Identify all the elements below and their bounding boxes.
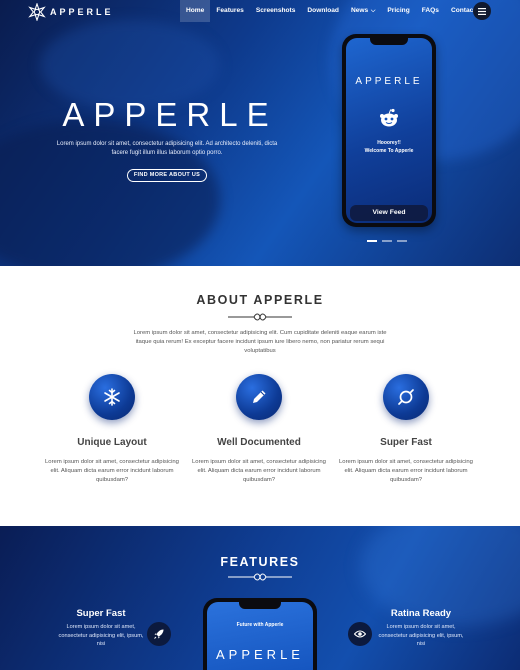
slider-dot[interactable] bbox=[367, 240, 377, 242]
features-section: FEATURES Super Fast Lorem ipsum dolor si… bbox=[0, 526, 520, 670]
robot-icon bbox=[380, 108, 398, 127]
phone-notch bbox=[239, 602, 281, 609]
menu-button[interactable] bbox=[473, 2, 491, 20]
features-phone-mockup: Future with Apperle APPERLE bbox=[203, 598, 317, 670]
hero-title: APPERLE bbox=[62, 97, 277, 131]
brand-logo[interactable]: APPERLE bbox=[28, 2, 114, 22]
nav-screenshots[interactable]: Screenshots bbox=[250, 0, 302, 22]
chevron-down-icon: ⌵ bbox=[369, 8, 376, 14]
navbar: APPERLE Home Features Screenshots Downlo… bbox=[0, 0, 520, 24]
nav-home-label: Home bbox=[186, 7, 205, 14]
phone-brand: APPERLE bbox=[355, 76, 422, 86]
nav-news[interactable]: News ⌵ bbox=[345, 0, 381, 22]
nav-faqs-label: FAQs bbox=[421, 7, 439, 14]
feature-name: Ratina Ready bbox=[390, 608, 452, 619]
feature-icon-circle bbox=[89, 374, 135, 420]
hero-title-text: APPERLE bbox=[62, 97, 277, 131]
view-feed-button[interactable]: View Feed bbox=[350, 205, 428, 221]
nav-faqs[interactable]: FAQs bbox=[416, 0, 445, 22]
section-divider bbox=[228, 573, 292, 581]
feature-card: Unique Layout Lorem ipsum dolor sit amet… bbox=[42, 374, 182, 485]
feature-title: Unique Layout bbox=[77, 437, 147, 448]
rocket-icon bbox=[147, 622, 171, 646]
hero-section: APPERLE Home Features Screenshots Downlo… bbox=[0, 0, 520, 266]
nav-screenshots-label: Screenshots bbox=[255, 7, 296, 14]
hamburger-icon bbox=[478, 7, 486, 15]
phone-message-line1: Hooorey!! bbox=[377, 140, 401, 146]
snowflake-icon bbox=[104, 388, 120, 406]
section-divider bbox=[228, 313, 292, 321]
feature-text: Lorem ipsum dolor sit amet, consectetur … bbox=[45, 459, 179, 483]
slider-dots bbox=[367, 240, 407, 242]
phone-screen: Future with Apperle APPERLE bbox=[207, 602, 313, 670]
feature-title: Super Fast bbox=[380, 437, 432, 448]
about-title: ABOUT APPERLE bbox=[196, 293, 324, 307]
feature-icon-circle bbox=[383, 374, 429, 420]
nav-download-label: Download bbox=[307, 7, 339, 14]
phone-brand-text: APPERLE bbox=[216, 647, 304, 661]
logo-mark-icon bbox=[28, 3, 46, 21]
slider-dot[interactable] bbox=[397, 240, 407, 242]
phone-brand-text: APPERLE bbox=[355, 76, 422, 86]
feature-item: Ratina Ready Lorem ipsum dolor sit amet,… bbox=[376, 608, 466, 649]
phone-message-line2: Welcome To Apperle bbox=[364, 148, 414, 154]
nav-home[interactable]: Home bbox=[180, 0, 211, 22]
main-nav: Home Features Screenshots Download News … bbox=[180, 0, 482, 22]
about-description: Lorem ipsum dolor sit amet, consectetur … bbox=[133, 330, 387, 354]
feature-card: Super Fast Lorem ipsum dolor sit amet, c… bbox=[336, 374, 476, 485]
find-more-button[interactable]: FIND MORE ABOUT US bbox=[127, 169, 207, 182]
feature-name: Super Fast bbox=[76, 608, 126, 619]
nav-features[interactable]: Features bbox=[210, 0, 250, 22]
orbit-icon bbox=[398, 389, 414, 405]
features-title: FEATURES bbox=[220, 555, 300, 569]
feature-title: Well Documented bbox=[217, 437, 301, 448]
phone-screen: APPERLE Hooorey!! Welcome To Apperle Vie… bbox=[346, 38, 432, 223]
slider-dot[interactable] bbox=[382, 240, 392, 242]
nav-download[interactable]: Download bbox=[301, 0, 345, 22]
feature-description: Lorem ipsum dolor sit amet, consectetur … bbox=[378, 624, 464, 648]
feature-icon-circle bbox=[236, 374, 282, 420]
nav-news-label: News bbox=[350, 7, 369, 14]
brand-name: APPERLE bbox=[50, 7, 114, 17]
feature-item: Super Fast Lorem ipsum dolor sit amet, c… bbox=[56, 608, 146, 649]
phone-notch bbox=[370, 38, 408, 45]
nav-contact-label: Contact bbox=[450, 7, 476, 14]
feature-text: Lorem ipsum dolor sit amet, consectetur … bbox=[192, 459, 326, 483]
nav-pricing-label: Pricing bbox=[387, 7, 410, 14]
eye-icon bbox=[348, 622, 372, 646]
hero-description: Lorem ipsum dolor sit amet, consectetur … bbox=[56, 141, 278, 156]
feature-card: Well Documented Lorem ipsum dolor sit am… bbox=[189, 374, 329, 485]
feature-text: Lorem ipsum dolor sit amet, consectetur … bbox=[339, 459, 473, 483]
phone-caption: Future with Apperle bbox=[236, 622, 284, 628]
feature-description: Lorem ipsum dolor sit amet, consectetur … bbox=[58, 624, 144, 648]
hero-phone-mockup: APPERLE Hooorey!! Welcome To Apperle Vie… bbox=[342, 34, 436, 227]
phone-brand: APPERLE bbox=[216, 647, 304, 661]
pencil-icon bbox=[253, 390, 266, 403]
nav-features-label: Features bbox=[216, 7, 244, 14]
nav-pricing[interactable]: Pricing bbox=[381, 0, 415, 22]
phone-message: Hooorey!! Welcome To Apperle bbox=[346, 139, 432, 155]
